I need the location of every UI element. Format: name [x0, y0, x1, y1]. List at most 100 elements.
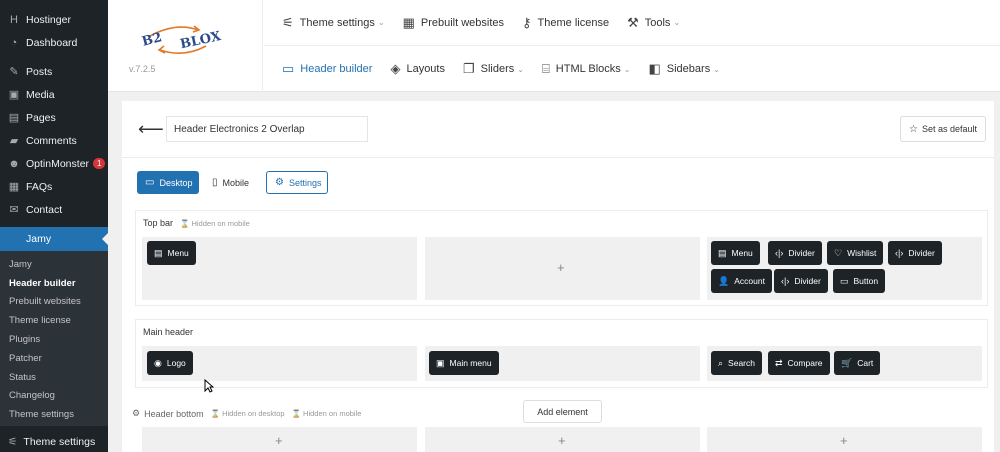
submenu-item-plugins[interactable]: Plugins [0, 330, 108, 349]
user-icon: 👤 [718, 275, 730, 286]
section-main-header: Main header ◉ Logo ▣ Main menu ⌕ Search ⇄ Co… [135, 319, 988, 388]
tab-desktop[interactable]: ▭ Desktop [137, 171, 199, 194]
submenu-item-changelog[interactable]: Changelog [0, 387, 108, 406]
dashboard-icon: ◔ [10, 36, 18, 49]
hidden-note: ⌛ Hidden on mobile [291, 409, 362, 418]
svg-text:B2: B2 [140, 30, 163, 50]
add-element-plus-icon[interactable]: + [275, 433, 283, 448]
sidebar-icon: ◧ [648, 61, 661, 76]
optinmonster-icon: ☻ [8, 157, 20, 170]
button-icon: ▭ [840, 275, 849, 286]
sliders-icon: ⚟ [8, 435, 18, 448]
add-element-plus-icon[interactable]: + [558, 433, 566, 448]
add-element-button[interactable]: Add element [523, 400, 602, 423]
element-menu[interactable]: ▤ Menu [147, 241, 196, 265]
layers-icon: ◈ [390, 61, 401, 76]
menu-icon: ▤ [718, 247, 727, 258]
grid-icon: ▦ [402, 14, 415, 30]
element-wishlist[interactable]: ♡ Wishlist [827, 241, 884, 265]
menu-item-contact[interactable]: ✉ Contact [0, 198, 108, 221]
submenu-item-prebuilt-websites[interactable]: Prebuilt websites [0, 293, 108, 312]
nav-header-builder[interactable]: ▭ Header builder [282, 61, 372, 77]
window-icon: ▣ [436, 357, 445, 368]
divider-icon: ‹|› [775, 248, 784, 258]
element-menu[interactable]: ▤ Menu [711, 241, 760, 265]
nav-layouts[interactable]: ◈ Layouts [390, 61, 445, 77]
sliders-icon: ⚟ [282, 14, 294, 30]
menu-item-hostinger[interactable]: H Hostinger [0, 8, 108, 31]
menu-item-posts[interactable]: ✎ Posts [0, 60, 108, 83]
element-main-menu[interactable]: ▣ Main menu [429, 351, 499, 375]
heart-icon: ♡ [834, 247, 843, 258]
wp-admin-sidebar: H Hostinger ◔ Dashboard ✎ Posts ▣ Media ▤ Pag… [0, 0, 108, 452]
section-title: Main header [143, 327, 194, 337]
element-search[interactable]: ⌕ Search [711, 351, 762, 375]
divider-icon: ‹|› [781, 276, 790, 286]
chevron-down-icon: ⌄ [673, 18, 681, 27]
submenu-item-theme-license[interactable]: Theme license [0, 311, 108, 330]
submenu-item-theme-settings[interactable]: Theme settings [0, 405, 108, 424]
menu-item-optinmonster[interactable]: ☻ OptinMonster 1 [0, 152, 108, 175]
element-compare[interactable]: ⇄ Compare [768, 351, 830, 375]
faq-icon: ▦ [8, 181, 20, 193]
tab-settings[interactable]: ⚙ Settings [266, 171, 328, 194]
menu-item-comments[interactable]: ▰ Comments [0, 129, 108, 152]
hidden-note: ⌛ Hidden on mobile [180, 218, 250, 228]
version-label: v.7.2.5 [129, 64, 156, 74]
nav-theme-license[interactable]: ⚷ Theme license [522, 15, 609, 31]
menu-item-pages[interactable]: ▤ Pages [0, 106, 108, 129]
nav-prebuilt-websites[interactable]: ▦ Prebuilt websites [403, 15, 504, 31]
wrench-icon: ⚒ [627, 14, 639, 30]
header-name-input[interactable] [166, 116, 368, 142]
section-header-bottom-title: ⚙ Header bottom ⌛ Hidden on desktop ⌛ Hidde… [132, 408, 362, 419]
pin-icon: ✎ [9, 66, 19, 78]
search-icon: ⌕ [718, 357, 724, 368]
chevron-down-icon: ⌄ [517, 64, 524, 74]
section-top-bar: Top bar ⌛ Hidden on mobile + ▤ Menu ▤ Menu … [135, 210, 988, 306]
element-divider[interactable]: ‹|› Divider [888, 241, 942, 265]
mouse-cursor-icon [204, 379, 214, 393]
back-arrow-icon[interactable]: ⟵ [138, 119, 164, 140]
submenu-item-jamy[interactable]: Jamy [0, 255, 108, 274]
submenu-item-status[interactable]: Status [0, 368, 108, 387]
sliders-stack-icon: ❐ [462, 61, 475, 76]
key-icon: ⚷ [522, 14, 532, 30]
mail-icon: ✉ [9, 204, 19, 216]
menu-item-jamy[interactable]: Jamy [0, 227, 108, 251]
hostinger-icon: H [10, 13, 18, 26]
nav-sliders[interactable]: ❐ Sliders ⌄ [463, 61, 524, 77]
menu-item-faqs[interactable]: ▦ FAQs [0, 175, 108, 198]
nav-sidebars[interactable]: ◧ Sidebars ⌄ [648, 61, 719, 77]
menu-item-dashboard[interactable]: ◔ Dashboard [0, 31, 108, 54]
shuffle-icon: ⇄ [775, 357, 783, 368]
nav-theme-settings[interactable]: ⚟ Theme settings ⌄ [282, 15, 385, 31]
submenu: Jamy Header builder Prebuilt websites Th… [0, 251, 108, 427]
tab-mobile[interactable]: ▯ Mobile [204, 171, 258, 194]
element-button[interactable]: ▭ Button [833, 269, 886, 293]
add-element-plus-icon[interactable]: + [840, 433, 848, 448]
element-cart[interactable]: 🛒 Cart [834, 351, 881, 375]
logo-area: B2 BLOX v.7.2.5 [108, 0, 263, 92]
element-divider[interactable]: ‹|› Divider [774, 269, 828, 293]
divider [122, 157, 994, 158]
chevron-down-icon: ⌄ [377, 18, 385, 27]
element-logo[interactable]: ◉ Logo [147, 351, 193, 375]
nav-html-blocks[interactable]: ⌸ HTML Blocks ⌄ [542, 61, 631, 77]
menu-item-theme-settings[interactable]: ⚟ Theme settings [0, 431, 108, 452]
element-account[interactable]: 👤 Account [711, 269, 772, 293]
logo-icon: ◉ [154, 357, 162, 368]
gear-icon: ⚙ [275, 177, 284, 188]
cart-icon: 🛒 [841, 357, 853, 368]
chevron-down-icon: ⌄ [713, 64, 720, 74]
star-icon: ☆ [908, 123, 918, 135]
gear-icon: ⚙ [132, 408, 141, 418]
submenu-item-patcher[interactable]: Patcher [0, 349, 108, 368]
set-as-default-button[interactable]: ☆ Set as default [899, 116, 986, 142]
element-divider[interactable]: ‹|› Divider [768, 241, 822, 265]
submenu-item-header-builder[interactable]: Header builder [0, 274, 108, 293]
nav-tools[interactable]: ⚒ Tools ⌄ [627, 15, 680, 31]
mobile-icon: ▯ [212, 177, 218, 188]
desktop-icon: ▭ [145, 177, 155, 188]
menu-item-media[interactable]: ▣ Media [0, 83, 108, 106]
add-element-plus-icon[interactable]: + [557, 260, 565, 275]
